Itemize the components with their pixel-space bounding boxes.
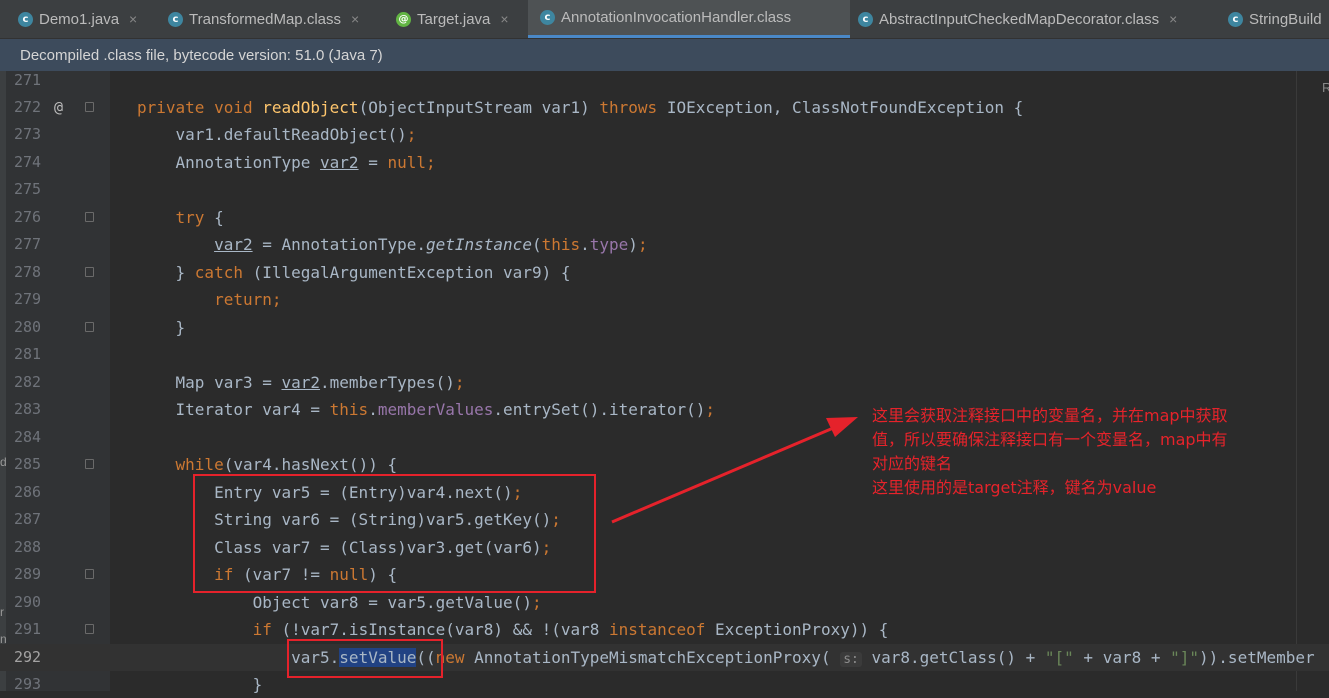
editor-tab-bar: c Demo1.java × c TransformedMap.class × … xyxy=(0,0,1329,39)
code-line: 277 var2 = AnnotationType.getInstance(th… xyxy=(0,231,1329,258)
line-number: 276 xyxy=(14,208,42,226)
code-text: } xyxy=(137,318,186,337)
code-line: 293 } xyxy=(0,671,1329,698)
code-line: 276 try { xyxy=(0,204,1329,231)
code-text: Map var3 = var2.memberTypes(); xyxy=(137,373,465,392)
code-line: 273 var1.defaultReadObject(); xyxy=(0,121,1329,148)
param-hint: s: xyxy=(840,652,862,667)
code-text: Iterator var4 = this.memberValues.entryS… xyxy=(137,400,715,419)
tab-label: TransformedMap.class xyxy=(189,10,341,28)
line-number: 278 xyxy=(14,263,42,281)
tab-demo1[interactable]: c Demo1.java × xyxy=(18,0,137,38)
line-number: 281 xyxy=(14,345,42,363)
highlight-box-setvalue xyxy=(287,639,443,678)
code-line: 274 AnnotationType var2 = null; xyxy=(0,149,1329,176)
fold-icon[interactable] xyxy=(85,267,94,277)
line-number: 283 xyxy=(14,400,42,418)
code-text: try { xyxy=(175,208,224,227)
line-number: 290 xyxy=(14,593,42,611)
line-number: 289 xyxy=(14,565,42,583)
line-number: 282 xyxy=(14,373,42,391)
tab-target[interactable]: @ Target.java × xyxy=(396,0,509,38)
tab-transformedmap[interactable]: c TransformedMap.class × xyxy=(168,0,359,38)
close-icon[interactable]: × xyxy=(351,11,359,27)
annotation-note: 这里会获取注释接口中的变量名，并在map中获取 值，所以要确保注释接口有一个变量… xyxy=(872,404,1302,500)
line-number: 286 xyxy=(14,483,42,501)
line-number: 288 xyxy=(14,538,42,556)
line-number: 292 xyxy=(14,648,42,666)
line-number: 293 xyxy=(14,675,42,693)
code-text: Object var8 = var5.getValue(); xyxy=(137,593,542,612)
class-icon: c xyxy=(1228,11,1243,27)
class-icon: c xyxy=(168,11,183,27)
code-line: 291 if (!var7.isInstance(var8) && !(var8… xyxy=(0,616,1329,643)
class-icon: c xyxy=(540,10,555,25)
code-line: 278 } catch (IllegalArgumentException va… xyxy=(0,259,1329,286)
class-icon: c xyxy=(858,11,873,27)
code-line: 272 @ private void readObject(ObjectInpu… xyxy=(0,94,1329,121)
line-number: 287 xyxy=(14,510,42,528)
tab-label: StringBuild xyxy=(1249,10,1322,28)
code-line: 275 xyxy=(0,176,1329,203)
code-text: var1.defaultReadObject(); xyxy=(137,125,417,144)
highlight-box-loop-body xyxy=(193,474,596,593)
close-icon[interactable]: × xyxy=(1169,11,1177,27)
code-line: 290 Object var8 = var5.getValue(); xyxy=(0,589,1329,616)
fold-icon[interactable] xyxy=(85,322,94,332)
note-line: 值，所以要确保注释接口有一个变量名，map中有 xyxy=(872,430,1228,449)
code-text: if (!var7.isInstance(var8) && !(var8 ins… xyxy=(252,620,889,639)
line-number: 284 xyxy=(14,428,42,446)
tab-stringbuild[interactable]: c StringBuild xyxy=(1228,0,1322,38)
override-marker[interactable]: @ xyxy=(54,94,63,121)
fold-icon[interactable] xyxy=(85,102,94,112)
tab-label: AbstractInputCheckedMapDecorator.class xyxy=(879,10,1160,28)
line-number: 291 xyxy=(14,620,42,638)
close-icon[interactable]: × xyxy=(500,11,508,27)
tab-label: Demo1.java xyxy=(39,10,120,28)
code-line: 280 } xyxy=(0,314,1329,341)
line-number: 280 xyxy=(14,318,42,336)
line-number: 279 xyxy=(14,290,42,308)
code-text: private void readObject(ObjectInputStrea… xyxy=(137,98,1024,117)
note-line: 对应的键名 xyxy=(872,454,953,473)
code-text: return; xyxy=(214,290,282,309)
code-text: } catch (IllegalArgumentException var9) … xyxy=(137,263,571,282)
close-icon[interactable]: × xyxy=(129,11,137,27)
tab-label: AnnotationInvocationHandler.class xyxy=(561,9,792,26)
line-number: 272 xyxy=(14,98,42,116)
code-text: } xyxy=(137,675,263,694)
fold-icon[interactable] xyxy=(85,459,94,469)
line-number: 273 xyxy=(14,125,42,143)
line-number: 271 xyxy=(14,71,42,89)
banner-text: Decompiled .class file, bytecode version… xyxy=(20,46,383,64)
code-text: AnnotationType var2 = null; xyxy=(137,153,436,172)
class-icon: c xyxy=(18,11,33,27)
line-number: 277 xyxy=(14,235,42,253)
code-line-current: 292 var5.setValue((new AnnotationTypeMis… xyxy=(0,644,1329,671)
code-line: 281 xyxy=(0,341,1329,368)
code-line: 271 xyxy=(0,67,1329,94)
fold-icon[interactable] xyxy=(85,624,94,634)
line-number: 275 xyxy=(14,180,42,198)
code-text: var2 = AnnotationType.getInstance(this.t… xyxy=(214,235,648,254)
annotation-icon: @ xyxy=(396,11,411,27)
code-line: 279 return; xyxy=(0,286,1329,313)
code-line: 282 Map var3 = var2.memberTypes(); xyxy=(0,369,1329,396)
tab-label: Target.java xyxy=(417,10,491,28)
note-line: 这里会获取注释接口中的变量名，并在map中获取 xyxy=(872,406,1228,425)
fold-icon[interactable] xyxy=(85,212,94,222)
tab-abstractinputcheckedmapdecorator[interactable]: c AbstractInputCheckedMapDecorator.class… xyxy=(858,0,1177,38)
note-line: 这里使用的是target注释，键名为value xyxy=(872,478,1157,497)
line-number: 274 xyxy=(14,153,42,171)
fold-icon[interactable] xyxy=(85,569,94,579)
tab-annotationinvocationhandler[interactable]: c AnnotationInvocationHandler.class xyxy=(528,0,850,38)
line-number: 285 xyxy=(14,455,42,473)
